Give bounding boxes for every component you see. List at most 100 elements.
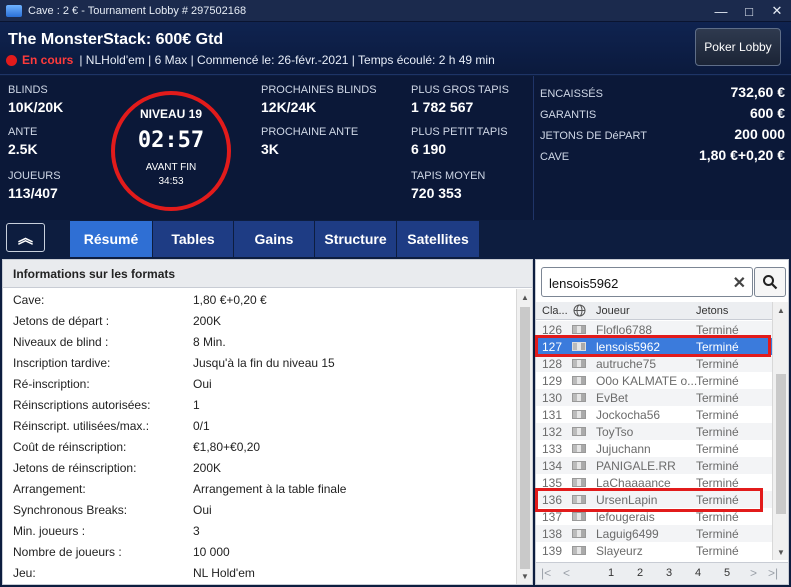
- format-key: Nombre de joueurs :: [13, 545, 122, 559]
- player-name: Slayeurz: [596, 544, 643, 558]
- players-pager: |< < 1 2 3 4 5 > >|: [536, 562, 788, 584]
- player-row[interactable]: 137 lefougerais Terminé: [536, 508, 772, 525]
- tab-satellites[interactable]: Satellites: [397, 221, 479, 257]
- formats-scrollbar[interactable]: ▲ ▼: [516, 289, 532, 584]
- player-rank: 128: [542, 357, 563, 371]
- globe-icon[interactable]: [573, 304, 586, 320]
- player-row[interactable]: 126 Floflo6788 Terminé: [536, 321, 772, 338]
- player-row[interactable]: 134 PANIGALE.RR Terminé: [536, 457, 772, 474]
- flag-icon: [572, 376, 586, 385]
- page-3[interactable]: 3: [666, 567, 672, 579]
- player-rank: 129: [542, 374, 563, 388]
- flag-icon: [572, 495, 586, 504]
- status-live: En cours: [22, 53, 74, 67]
- formats-title: Informations sur les formats: [3, 260, 532, 288]
- players-scrollbar[interactable]: ▲ ▼: [772, 302, 788, 560]
- status-line: En cours | NLHold'em | 6 Max | Commencé …: [6, 53, 495, 67]
- format-row: Arrangement: Arrangement à la table final…: [3, 479, 515, 500]
- next-page-button[interactable]: >: [750, 566, 757, 580]
- first-page-button[interactable]: |<: [541, 566, 551, 580]
- player-search-input[interactable]: lensois5962 ✕: [541, 267, 753, 297]
- scroll-up-icon[interactable]: ▲: [517, 289, 533, 305]
- format-value: 3: [193, 524, 200, 538]
- player-rank: 136: [542, 493, 563, 507]
- stat-label: PROCHAINES BLINDS: [261, 84, 377, 96]
- flag-icon: [572, 461, 586, 470]
- scroll-thumb[interactable]: [776, 374, 786, 514]
- tab-tables[interactable]: Tables: [153, 221, 233, 257]
- format-value: 1,80 €+0,20 €: [193, 293, 267, 307]
- player-row[interactable]: 127 lensois5962 Terminé: [536, 338, 772, 355]
- tournament-details: | NLHold'em | 6 Max | Commencé le: 26-fé…: [79, 53, 495, 67]
- close-button[interactable]: ✕: [763, 0, 791, 22]
- player-status: Terminé: [696, 391, 739, 405]
- scroll-thumb[interactable]: [520, 307, 530, 569]
- last-page-button[interactable]: >|: [768, 566, 778, 580]
- format-value: 0/1: [193, 419, 210, 433]
- page-5[interactable]: 5: [724, 567, 730, 579]
- minimize-button[interactable]: —: [707, 0, 735, 22]
- player-status: Terminé: [696, 340, 739, 354]
- prize-panel: ENCAISSÉS 732,60 € GARANTIS 600 € JETONS…: [533, 76, 791, 220]
- page-4[interactable]: 4: [695, 567, 701, 579]
- player-name: Jockocha56: [596, 408, 661, 422]
- collapse-button[interactable]: ︽: [6, 223, 45, 252]
- window-titlebar: Cave : 2 € - Tournament Lobby # 29750216…: [0, 0, 791, 22]
- format-value: 10 000: [193, 545, 230, 559]
- format-key: Min. joueurs :: [13, 524, 86, 538]
- scroll-up-icon[interactable]: ▲: [773, 302, 789, 318]
- column-rank[interactable]: Cla...: [542, 305, 568, 317]
- player-row[interactable]: 136 UrsenLapin Terminé: [536, 491, 772, 508]
- format-key: Jetons de réinscription:: [13, 461, 137, 475]
- column-player[interactable]: Joueur: [596, 305, 630, 317]
- player-row[interactable]: 130 EvBet Terminé: [536, 389, 772, 406]
- format-row: Inscription tardive: Jusqu'à la fin du ni…: [3, 353, 515, 374]
- stat-value: 113/407: [8, 185, 58, 201]
- prize-guaranteed: GARANTIS 600 €: [540, 105, 785, 121]
- stat-biggest-stack: PLUS GROS TAPIS 1 782 567: [411, 84, 509, 115]
- flag-icon: [572, 546, 586, 555]
- page-2[interactable]: 2: [637, 567, 643, 579]
- player-row[interactable]: 132 ToyTso Terminé: [536, 423, 772, 440]
- format-key: Jeu:: [13, 566, 36, 580]
- format-value: Jusqu'à la fin du niveau 15: [193, 356, 335, 370]
- tab-structure[interactable]: Structure: [315, 221, 396, 257]
- player-row[interactable]: 135 LaChaaaance Terminé: [536, 474, 772, 491]
- poker-lobby-button[interactable]: Poker Lobby: [695, 28, 781, 66]
- stat-next-blinds: PROCHAINES BLINDS 12K/24K: [261, 84, 377, 115]
- page-1[interactable]: 1: [608, 567, 614, 579]
- player-row[interactable]: 128 autruche75 Terminé: [536, 355, 772, 372]
- prize-value: 200 000: [734, 126, 785, 142]
- tab-gains[interactable]: Gains: [234, 221, 314, 257]
- format-row: Réinscriptions autorisées: 1: [3, 395, 515, 416]
- flag-icon: [572, 410, 586, 419]
- player-name: Floflo6788: [596, 323, 653, 337]
- player-row[interactable]: 129 O0o KALMATE o... Terminé: [536, 372, 772, 389]
- search-value[interactable]: lensois5962: [549, 276, 618, 291]
- format-value: 1: [193, 398, 200, 412]
- stat-label: TAPIS MOYEN: [411, 170, 486, 182]
- player-row[interactable]: 138 Laguig6499 Terminé: [536, 525, 772, 542]
- format-row: Réinscript. utilisées/max.: 0/1: [3, 416, 515, 437]
- player-name: lensois5962: [596, 340, 661, 354]
- player-row[interactable]: 139 Slayeurz Terminé: [536, 542, 772, 559]
- column-chips[interactable]: Jetons: [696, 305, 728, 317]
- format-value: 8 Min.: [193, 335, 226, 349]
- format-row: Cave: 1,80 €+0,20 €: [3, 290, 515, 311]
- prev-page-button[interactable]: <: [563, 566, 570, 580]
- scroll-down-icon[interactable]: ▼: [517, 568, 533, 584]
- flag-icon: [572, 427, 586, 436]
- player-row[interactable]: 133 Jujuchann Terminé: [536, 440, 772, 457]
- tab-resume[interactable]: Résumé: [70, 221, 152, 257]
- player-row[interactable]: 131 Jockocha56 Terminé: [536, 406, 772, 423]
- scroll-down-icon[interactable]: ▼: [773, 544, 789, 560]
- stat-blinds: BLINDS 10K/20K: [8, 84, 63, 115]
- player-rank: 131: [542, 408, 563, 422]
- clear-search-icon[interactable]: ✕: [733, 273, 746, 293]
- search-button[interactable]: [754, 267, 786, 297]
- stat-next-ante: PROCHAINE ANTE 3K: [261, 126, 358, 157]
- tournament-header: The MonsterStack: 600€ Gtd En cours | NL…: [0, 22, 791, 75]
- stat-value: 1 782 567: [411, 99, 474, 115]
- maximize-button[interactable]: □: [735, 0, 763, 22]
- player-status: Terminé: [696, 323, 739, 337]
